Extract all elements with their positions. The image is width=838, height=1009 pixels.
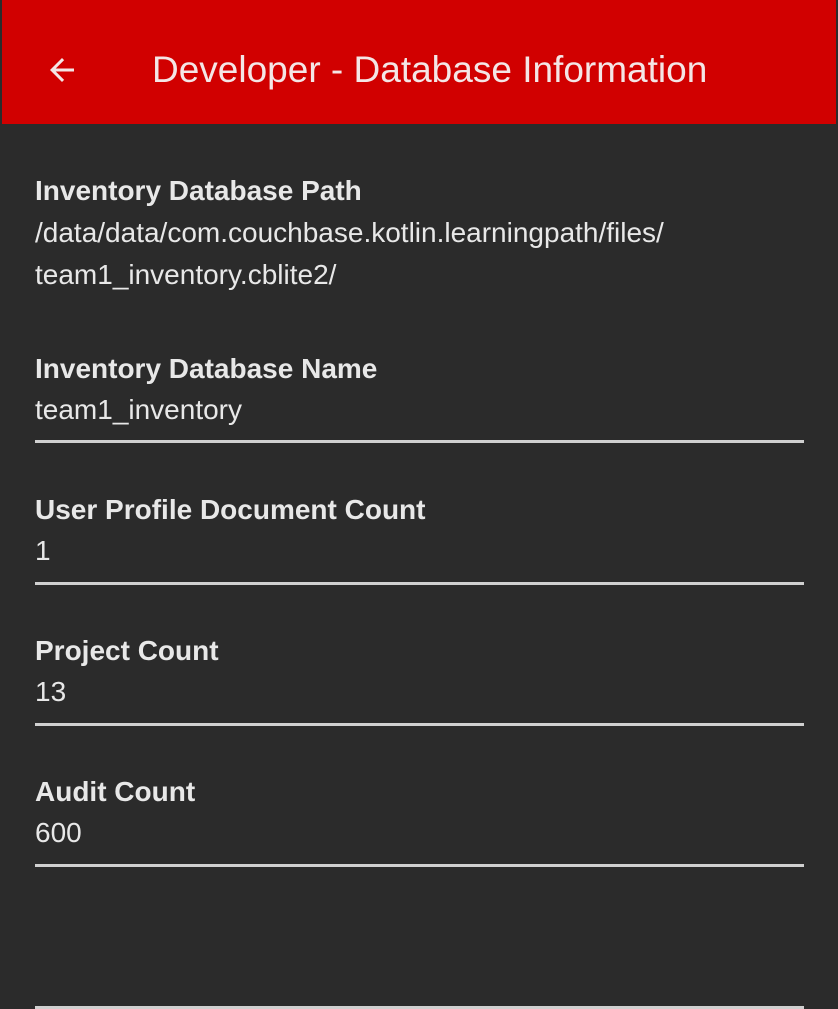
info-value-line: team1_inventory.cblite2/ (35, 259, 337, 290)
info-label: Inventory Database Name (35, 353, 378, 384)
divider (35, 440, 804, 443)
inventory-database-name-item: Inventory Database Name team1_inventory (35, 352, 804, 430)
app-bar: Developer - Database Information (2, 0, 836, 124)
info-label: Audit Count (35, 776, 196, 807)
back-button[interactable] (30, 38, 94, 102)
project-count-item: Project Count 13 (35, 634, 804, 712)
divider (35, 723, 804, 726)
divider (35, 864, 804, 867)
page-title: Developer - Database Information (152, 49, 708, 90)
user-profile-document-count-item: User Profile Document Count 1 (35, 493, 804, 571)
info-value: team1_inventory (35, 394, 243, 425)
info-value-line: /data/data/com.couchbase.kotlin.learning… (35, 217, 664, 248)
inventory-database-path-item: Inventory Database Path /data/data/com.c… (35, 174, 804, 296)
info-value: /data/data/com.couchbase.kotlin.learning… (35, 212, 804, 296)
database-info-list: Inventory Database Path /data/data/com.c… (0, 124, 838, 1009)
divider (35, 582, 804, 585)
arrow-back-icon (50, 58, 74, 82)
info-value: 1 (35, 535, 51, 566)
info-value: 13 (35, 676, 67, 707)
info-label: Project Count (35, 635, 219, 666)
info-label: Inventory Database Path (35, 175, 362, 206)
audit-count-item: Audit Count 600 (35, 775, 804, 853)
info-value: 600 (35, 817, 82, 848)
info-label: User Profile Document Count (35, 494, 426, 525)
